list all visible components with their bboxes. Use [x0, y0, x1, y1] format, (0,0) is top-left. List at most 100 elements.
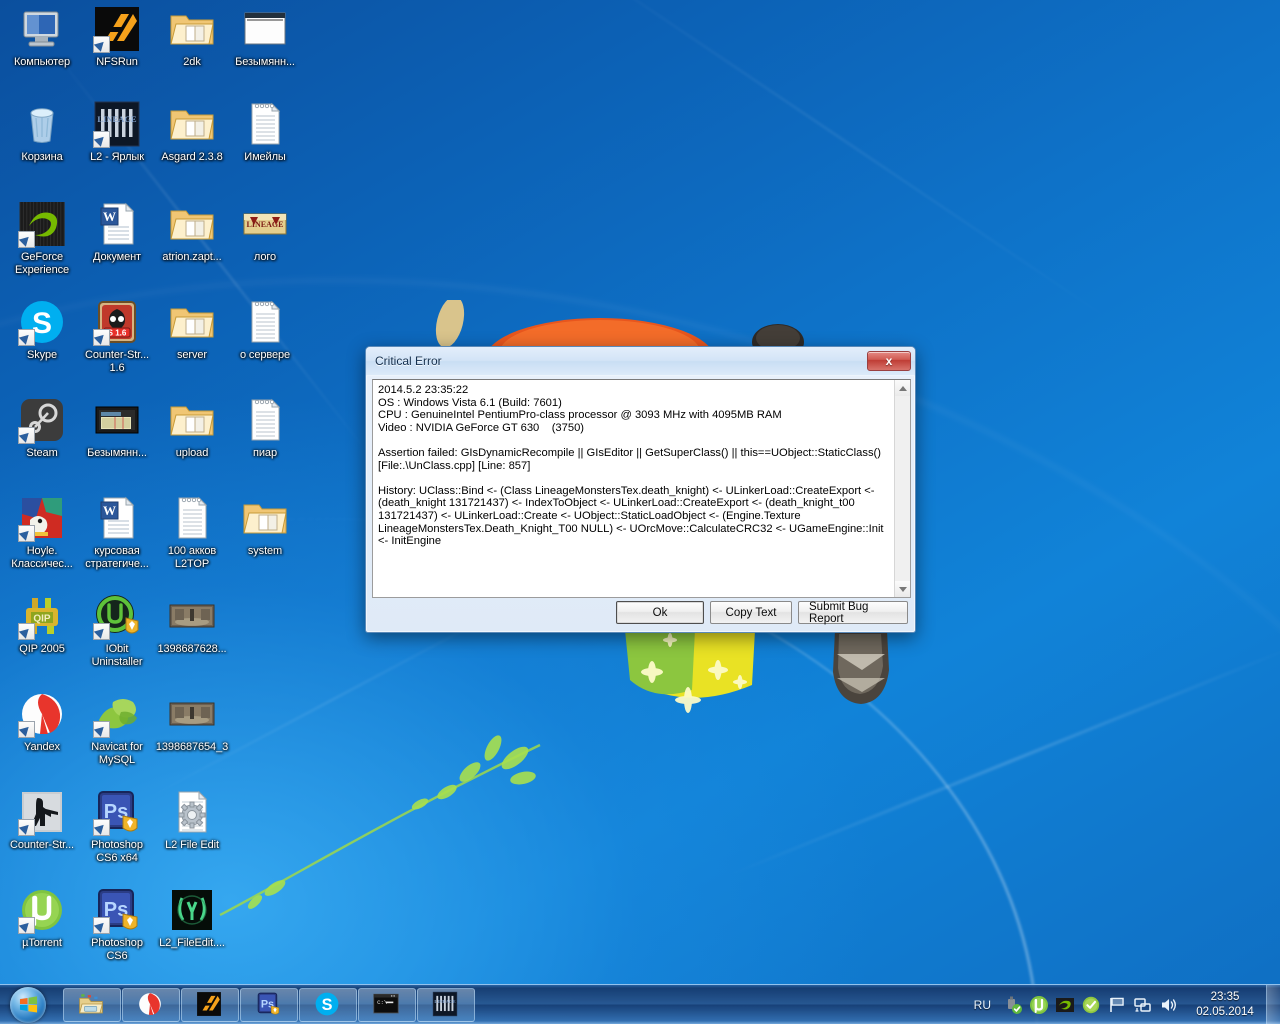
navicat-icon: [93, 690, 141, 738]
desktop-icon-counter-strike[interactable]: S 1.6 Counter-Str... 1.6: [80, 298, 154, 374]
lineage-logo-icon: LINEAGE: [241, 200, 289, 248]
desktop-icon-label: Photoshop CS6 x64: [91, 839, 143, 864]
taskbar-button-yandex[interactable]: [122, 987, 180, 1022]
error-log-scrollbar[interactable]: [894, 380, 910, 597]
utorrent-icon[interactable]: [1029, 995, 1049, 1015]
taskbar-button-photoshop[interactable]: Ps: [240, 987, 298, 1022]
lineage2-icon: LINEAGE: [432, 991, 460, 1019]
dialog-titlebar[interactable]: Critical Error x: [366, 347, 915, 376]
folder-icon: [168, 200, 216, 248]
desktop-icon-skype[interactable]: S Skype: [5, 298, 79, 362]
taskbar[interactable]: Ps S C:\ LINEAGE RU 23:35 02.05.2014: [0, 984, 1280, 1024]
desktop-icon-text-file[interactable]: о сервере: [228, 298, 302, 362]
desktop-icon-photo-thumb[interactable]: 1398687654_3: [155, 690, 229, 754]
desktop-icon-nfs-run[interactable]: NFSRun: [80, 5, 154, 69]
taskbar-button-lineage2[interactable]: LINEAGE: [417, 987, 475, 1022]
desktop-icon-text-file[interactable]: Имейлы: [228, 100, 302, 164]
desktop-icon-label: Корзина: [21, 151, 63, 163]
desktop-icon-folder[interactable]: atrion.zapt...: [155, 200, 229, 264]
desktop-icon-label: L2_FileEdit....: [159, 937, 225, 949]
desktop-icon-geforce[interactable]: GeForce Experience: [5, 200, 79, 276]
desktop-icon-utorrent[interactable]: µTorrent: [5, 886, 79, 950]
nvidia-icon[interactable]: [1055, 995, 1075, 1015]
svg-text:LINEAGE: LINEAGE: [247, 220, 284, 229]
desktop-icon-iobit[interactable]: IObit Uninstaller: [80, 592, 154, 668]
desktop-icon-lineage-logo[interactable]: LINEAGE лого: [228, 200, 302, 264]
submit-bug-report-button[interactable]: Submit Bug Report: [798, 601, 908, 625]
taskbar-button-skype[interactable]: S: [299, 987, 357, 1022]
antivirus-shield-icon[interactable]: [1081, 995, 1101, 1015]
start-button[interactable]: [1, 986, 55, 1024]
critical-error-dialog[interactable]: Critical Error x 2014.5.2 23:35:22 OS : …: [365, 346, 916, 633]
taskbar-task-buttons[interactable]: Ps S C:\ LINEAGE: [63, 987, 475, 1022]
system-tray[interactable]: RU 23:35 02.05.2014: [965, 984, 1280, 1024]
text-file-icon: [168, 494, 216, 542]
desktop-icon-text-file[interactable]: пиар: [228, 396, 302, 460]
desktop-icon-folder[interactable]: Asgard 2.3.8: [155, 100, 229, 164]
desktop-icon-folder[interactable]: upload: [155, 396, 229, 460]
close-icon[interactable]: x: [867, 351, 911, 371]
desktop-icon-label: server: [177, 349, 207, 361]
ok-button[interactable]: Ok: [616, 601, 704, 624]
desktop-icon-word-doc[interactable]: W Документ: [80, 200, 154, 264]
desktop-icon-recycle-bin[interactable]: Корзина: [5, 100, 79, 164]
desktop-icon-photo-thumb[interactable]: 1398687628...: [155, 592, 229, 656]
svg-text:W: W: [103, 503, 116, 518]
scroll-up-icon[interactable]: [895, 380, 910, 396]
desktop-icon-folder[interactable]: 2dk: [155, 5, 229, 69]
explorer-icon: [78, 991, 106, 1019]
desktop-icon-navicat[interactable]: Navicat for MySQL: [80, 690, 154, 766]
clock-date: 02.05.2014: [1196, 1005, 1254, 1018]
desktop-icon-yandex[interactable]: Yandex: [5, 690, 79, 754]
wallpaper-streak-3: [722, 643, 1280, 880]
desktop-icon-photoshop[interactable]: Ps Photoshop CS6 x64: [80, 788, 154, 864]
desktop-icon-qip[interactable]: QIP QIP 2005: [5, 592, 79, 656]
photoshop-icon: Ps: [93, 886, 141, 934]
taskbar-clock[interactable]: 23:35 02.05.2014: [1188, 990, 1262, 1020]
desktop-icon-label: L2 - Ярлык: [90, 151, 144, 163]
desktop-icon-gear-file[interactable]: L2 File Edit: [155, 788, 229, 852]
desktop[interactable]: Компьютер NFSRun 2dk Безымянн... Корзина…: [0, 0, 1280, 1024]
network-icon[interactable]: [1133, 995, 1153, 1015]
wallpaper-streak-2: [539, 0, 1121, 328]
hoyle-icon: [18, 494, 66, 542]
word-doc-icon: W: [93, 200, 141, 248]
desktop-icon-computer[interactable]: Компьютер: [5, 5, 79, 69]
desktop-icon-steam[interactable]: Steam: [5, 396, 79, 460]
desktop-icon-counter-strike-go[interactable]: Counter-Str...: [5, 788, 79, 852]
yandex-icon: [18, 690, 66, 738]
scroll-down-icon[interactable]: [895, 581, 910, 597]
dialog-title: Critical Error: [375, 354, 442, 368]
skype-icon: S: [314, 991, 342, 1019]
taskbar-button-explorer[interactable]: [63, 987, 121, 1022]
folder-icon: [168, 396, 216, 444]
geforce-icon: [18, 200, 66, 248]
desktop-icon-l2-fileedit[interactable]: L2_FileEdit....: [155, 886, 229, 950]
dialog-button-row: Ok Copy Text Submit Bug Report: [372, 601, 909, 625]
desktop-icon-folder[interactable]: system: [228, 494, 302, 558]
desktop-icon-lineage2[interactable]: LINEAGE L2 - Ярлык: [80, 100, 154, 164]
desktop-icon-word-doc[interactable]: Wкурсовая стратегиче...: [80, 494, 154, 570]
desktop-icon-photoshop[interactable]: Ps Photoshop CS6: [80, 886, 154, 962]
desktop-icon-folder[interactable]: server: [155, 298, 229, 362]
desktop-icon-hoyle[interactable]: Hoyle. Классичес...: [5, 494, 79, 570]
desktop-icon-label: µTorrent: [22, 937, 62, 949]
usb-safely-remove-icon[interactable]: [1003, 995, 1023, 1015]
desktop-icon-image-window[interactable]: Безымянн...: [228, 5, 302, 69]
error-log-text: 2014.5.2 23:35:22 OS : Windows Vista 6.1…: [378, 384, 884, 548]
copy-text-button[interactable]: Copy Text: [710, 601, 792, 624]
volume-icon[interactable]: [1159, 995, 1179, 1015]
language-indicator[interactable]: RU: [965, 998, 1000, 1012]
desktop-icon-label: 100 акков L2TOP: [167, 545, 217, 570]
computer-icon: [18, 5, 66, 53]
desktop-icon-label: 1398687654_3: [155, 741, 229, 753]
action-center-flag-icon[interactable]: [1107, 995, 1127, 1015]
desktop-icon-screenshot[interactable]: Безымянн...: [80, 396, 154, 460]
svg-text:S: S: [322, 995, 333, 1013]
taskbar-button-console[interactable]: C:\: [358, 987, 416, 1022]
show-desktop-button[interactable]: [1266, 984, 1280, 1024]
taskbar-button-nfs-run[interactable]: [181, 987, 239, 1022]
desktop-icon-text-file[interactable]: 100 акков L2TOP: [155, 494, 229, 570]
desktop-icon-grid[interactable]: Компьютер NFSRun 2dk Безымянн... Корзина…: [0, 0, 330, 980]
photo-thumb-icon: [168, 690, 216, 738]
